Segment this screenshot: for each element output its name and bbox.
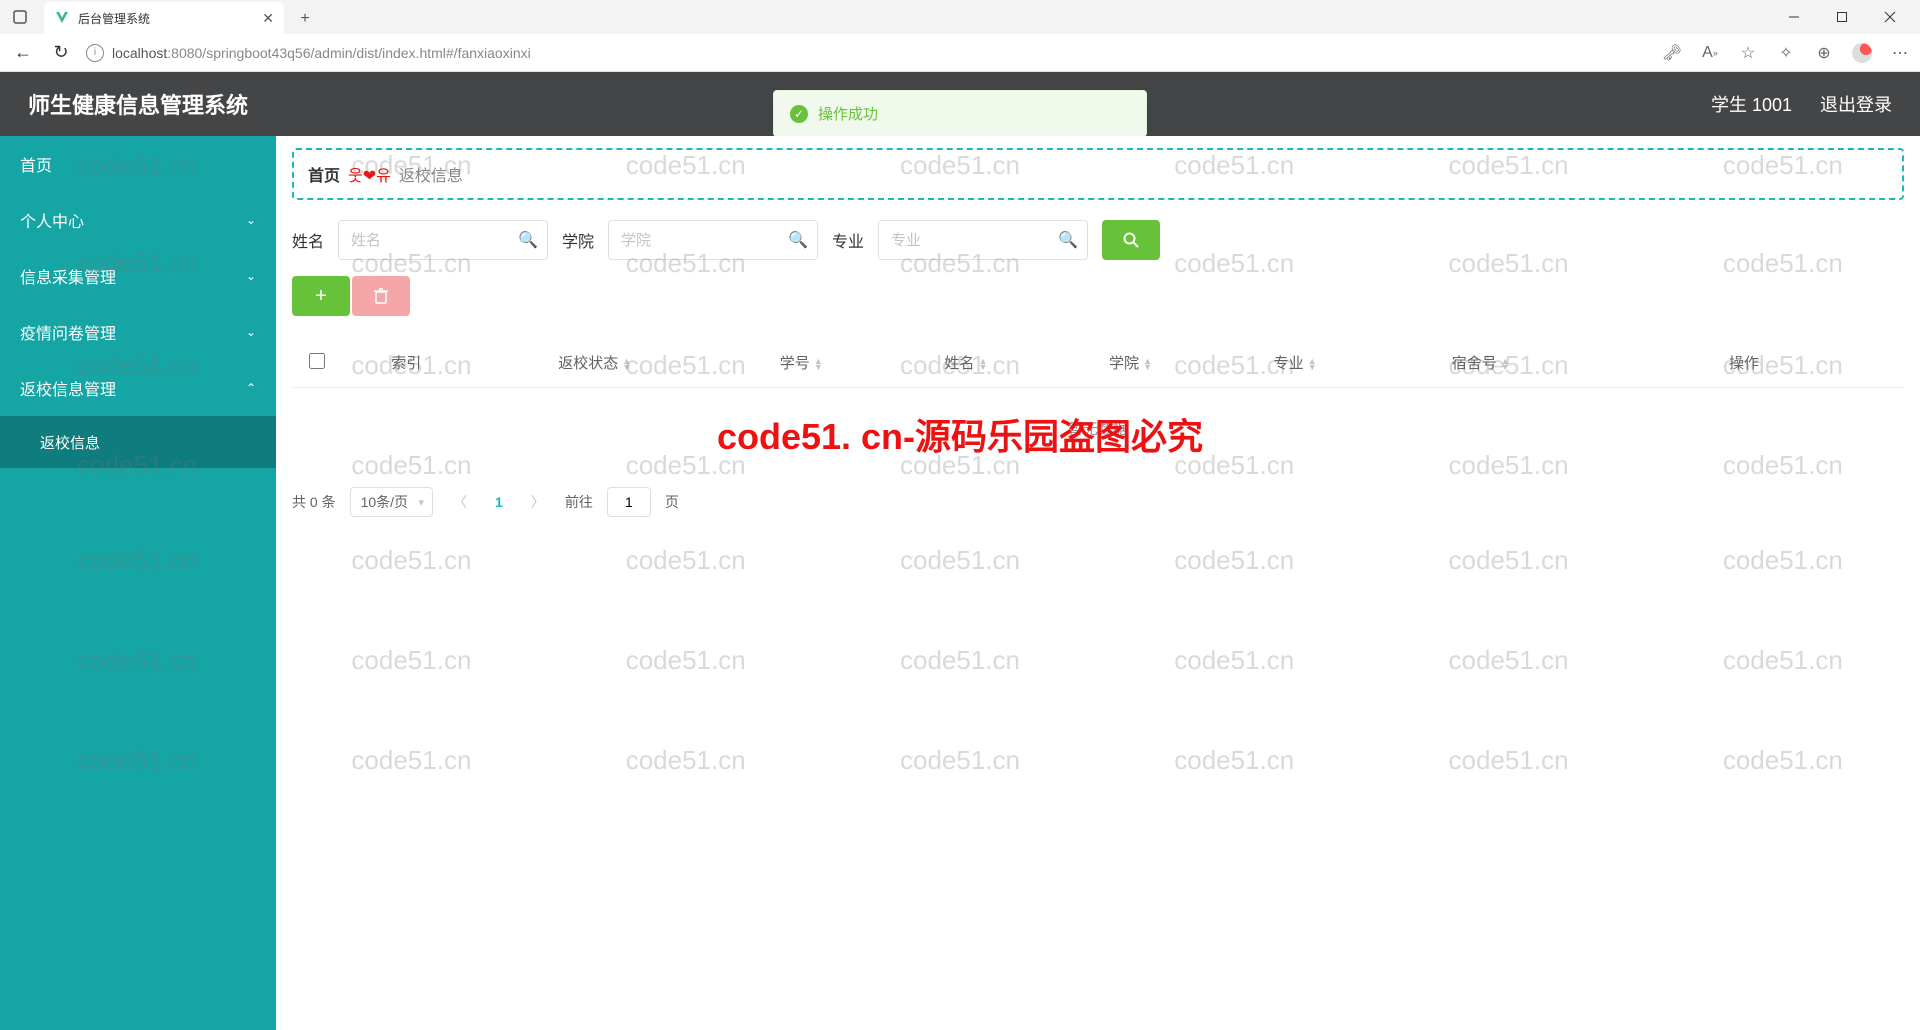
sort-icon: ▲▼	[622, 358, 631, 370]
breadcrumb-current: 返校信息	[399, 162, 463, 186]
sidebar-item-label: 首页	[20, 152, 52, 176]
trash-icon	[373, 287, 389, 305]
readaloud-icon[interactable]: A»	[1700, 43, 1720, 63]
browser-tab-strip: 后台管理系统 ✕ +	[0, 0, 1920, 34]
th-dorm[interactable]: 宿舍号▲▼	[1377, 338, 1584, 388]
search-label-name: 姓名	[292, 228, 324, 252]
th-major[interactable]: 专业▲▼	[1213, 338, 1378, 388]
breadcrumb-separator-icon: 웃❤유	[348, 162, 391, 186]
profile-avatar[interactable]	[1852, 43, 1872, 63]
select-all-checkbox[interactable]	[309, 353, 325, 369]
logout-link[interactable]: 退出登录	[1820, 91, 1892, 117]
search-label-college: 学院	[562, 228, 594, 252]
nav-refresh-button[interactable]: ↻	[48, 40, 74, 66]
sort-icon: ▲▼	[978, 358, 987, 370]
sidebar-sub-return-info[interactable]: 返校信息	[0, 416, 276, 468]
key-icon[interactable]: 🗝	[1662, 43, 1682, 63]
chevron-up-icon: ⌃	[246, 381, 256, 395]
tab-title: 后台管理系统	[78, 10, 254, 27]
url-field[interactable]: i localhost:8080/springboot43q56/admin/d…	[86, 44, 1650, 62]
th-status[interactable]: 返校状态▲▼	[471, 338, 719, 388]
search-icon: 🔍	[1058, 230, 1078, 250]
sidebar-item-personal[interactable]: 个人中心 ⌄	[0, 192, 276, 248]
vue-favicon-icon	[54, 10, 70, 26]
site-info-icon[interactable]: i	[86, 44, 104, 62]
sidebar-item-label: 返校信息	[40, 432, 100, 453]
search-input-major[interactable]	[878, 220, 1088, 260]
th-college[interactable]: 学院▲▼	[1048, 338, 1213, 388]
pager-total: 共 0 条	[292, 492, 336, 512]
magnifier-icon	[1122, 231, 1140, 249]
search-input-college[interactable]	[608, 220, 818, 260]
chevron-down-icon: ⌄	[246, 269, 256, 283]
sort-icon: ▲▼	[1143, 358, 1152, 370]
sidebar-item-survey[interactable]: 疫情问卷管理 ⌄	[0, 304, 276, 360]
collections-icon[interactable]: ⊕	[1814, 43, 1834, 63]
favorite-icon[interactable]: ☆	[1738, 43, 1758, 63]
sidebar-item-info-collect[interactable]: 信息采集管理 ⌄	[0, 248, 276, 304]
table-empty: 暂无数据	[292, 388, 1904, 470]
window-close-button[interactable]	[1872, 3, 1908, 31]
favorites-bar-icon[interactable]: ✧	[1776, 43, 1796, 63]
toast-message: 操作成功	[818, 103, 878, 124]
browser-tab-active[interactable]: 后台管理系统 ✕	[44, 2, 284, 34]
page-size-select[interactable]: 10条/页 ▾	[350, 487, 433, 517]
page-prev[interactable]: 〈	[447, 492, 473, 512]
delete-button[interactable]	[352, 276, 410, 316]
sidebar-item-home[interactable]: 首页	[0, 136, 276, 192]
chevron-down-icon: ▾	[419, 496, 425, 509]
search-icon: 🔍	[788, 230, 808, 250]
header-user-label[interactable]: 学生 1001	[1711, 91, 1792, 117]
sidebar: 首页 个人中心 ⌄ 信息采集管理 ⌄ 疫情问卷管理 ⌄ 返校信息管理 ⌃ 返校信…	[0, 136, 276, 1030]
sidebar-item-label: 信息采集管理	[20, 264, 116, 288]
th-studentid[interactable]: 学号▲▼	[719, 338, 884, 388]
breadcrumb-home[interactable]: 首页	[308, 162, 340, 186]
sidebar-item-return-info[interactable]: 返校信息管理 ⌃	[0, 360, 276, 416]
breadcrumb: 首页 웃❤유 返校信息	[292, 148, 1904, 200]
check-circle-icon: ✓	[790, 105, 808, 123]
app-title: 师生健康信息管理系统	[28, 88, 248, 120]
sidebar-item-label: 疫情问卷管理	[20, 320, 116, 344]
new-tab-button[interactable]: +	[290, 4, 320, 34]
page-next[interactable]: 〉	[525, 492, 551, 512]
th-name[interactable]: 姓名▲▼	[884, 338, 1049, 388]
nav-back-button[interactable]: ←	[10, 40, 36, 66]
tab-close-icon[interactable]: ✕	[262, 10, 274, 27]
sidebar-item-label: 个人中心	[20, 208, 84, 232]
window-minimize-button[interactable]	[1776, 3, 1812, 31]
more-icon[interactable]: ⋯	[1890, 43, 1910, 63]
search-icon: 🔍	[518, 230, 538, 250]
add-button[interactable]: +	[292, 276, 350, 316]
search-input-name[interactable]	[338, 220, 548, 260]
toast-success: ✓ 操作成功	[773, 90, 1147, 137]
pagination: 共 0 条 10条/页 ▾ 〈 1 〉 前往 页	[292, 487, 1904, 517]
pager-goto-label: 前往	[565, 492, 593, 512]
sidebar-item-label: 返校信息管理	[20, 376, 116, 400]
th-index[interactable]: 索引	[342, 338, 471, 388]
search-label-major: 专业	[832, 228, 864, 252]
address-bar: ← ↻ i localhost:8080/springboot43q56/adm…	[0, 34, 1920, 72]
main-content: 首页 웃❤유 返校信息 姓名 🔍 学院 🔍 专业 🔍	[276, 136, 1920, 1030]
window-maximize-button[interactable]	[1824, 3, 1860, 31]
sort-icon: ▲▼	[1501, 358, 1510, 370]
sort-icon: ▲▼	[814, 358, 823, 370]
chevron-down-icon: ⌄	[246, 325, 256, 339]
url-rest: :8080/springboot43q56/admin/dist/index.h…	[167, 45, 530, 61]
search-button[interactable]	[1102, 220, 1160, 260]
page-current[interactable]: 1	[487, 494, 511, 510]
page-goto-input[interactable]	[607, 487, 651, 517]
search-bar: 姓名 🔍 学院 🔍 专业 🔍	[292, 220, 1904, 260]
th-action: 操作	[1584, 338, 1904, 388]
url-host: localhost	[112, 45, 167, 61]
sort-icon: ▲▼	[1308, 358, 1317, 370]
pager-goto-suffix: 页	[665, 492, 679, 512]
plus-icon: +	[315, 285, 327, 308]
chevron-down-icon: ⌄	[246, 213, 256, 227]
app-header: 师生健康信息管理系统 ✓ 操作成功 学生 1001 退出登录	[0, 72, 1920, 136]
tab-overview-button[interactable]	[0, 0, 40, 34]
data-table: 索引 返校状态▲▼ 学号▲▼ 姓名▲▼ 学院▲▼ 专业▲▼ 宿舍号▲▼ 操作 暂…	[292, 338, 1904, 469]
